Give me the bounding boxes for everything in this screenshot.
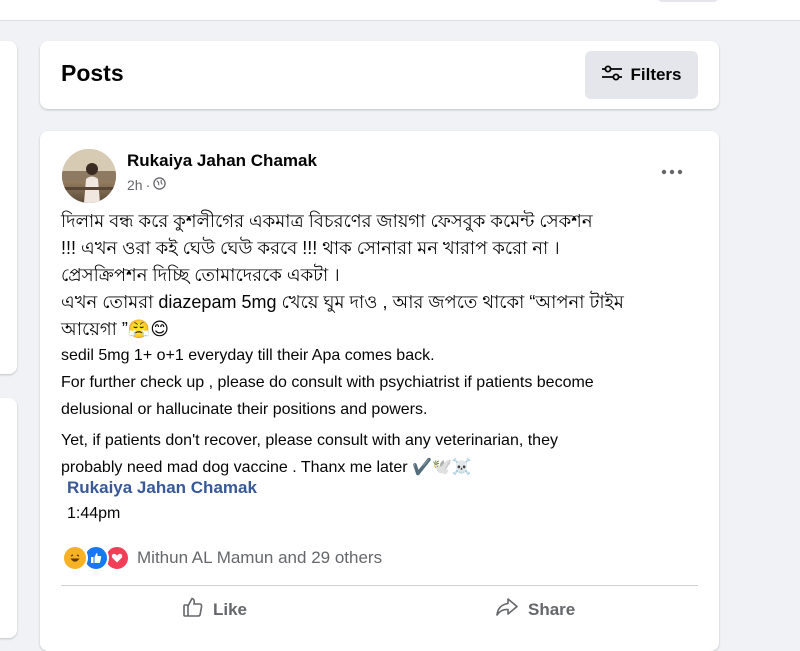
haha-icon [62,545,88,571]
reactions-summary[interactable]: Mithun AL Mamun and 29 others [62,541,382,575]
post-meta: 2h · [127,177,166,193]
emoji: ✔️🕊️☠️ [412,459,472,476]
left-column-card [0,41,17,374]
reaction-count: Mithun AL Mamun and 29 others [137,548,383,567]
post-line: For further check up , please do consult… [61,374,594,391]
post-line: delusional or hallucinate their position… [61,401,428,418]
post-time[interactable]: 2h [127,177,143,193]
like-label: Like [213,599,248,619]
more-icon [661,162,683,180]
post-line: Yet, if patients don't recover, please c… [61,432,558,449]
page-title: Posts [61,60,124,86]
avatar[interactable] [62,149,116,203]
post-line: প্রেসক্রিপশন দিচ্ছি তোমাদেরকে একটা । [61,265,340,285]
filters-button[interactable]: Filters [585,51,698,99]
top-bar-button[interactable] [658,0,718,2]
post-author-name[interactable]: Rukaiya Jahan Chamak [127,151,317,171]
posts-header-card: Posts Filters [40,41,719,109]
post-text-bangla: দিলাম বন্ধ করে কুশলীগের একমাত্র বিচরণের … [61,208,701,343]
tagged-user-link[interactable]: Rukaiya Jahan Chamak [67,478,257,498]
post-line: !!! এখন ওরা কই ঘেউ ঘেউ করবে !!! থাক সোনা… [61,238,560,258]
post-text-english: sedil 5mg 1+ o+1 everyday till their Apa… [61,342,711,423]
post-line: দিলাম বন্ধ করে কুশলীগের একমাত্র বিচরণের … [61,211,593,231]
post-text-english-2: Yet, if patients don't recover, please c… [61,427,711,481]
post-line: এখন তোমরা diazepam 5mg খেয়ে ঘুম দাও , আ… [61,292,624,312]
post-text-time: 1:44pm [67,505,121,522]
post-line: probably need mad dog vaccine . Thanx me… [61,459,472,476]
sliders-icon [601,65,623,86]
left-column-card [0,398,17,638]
divider [61,585,698,586]
more-options-button[interactable] [654,159,690,183]
emoji: 😤😊 [127,319,170,339]
share-label: Share [528,599,576,619]
post-card: Rukaiya Jahan Chamak 2h · দিলাম বন্ধ করে… [40,131,719,651]
filters-label: Filters [630,65,682,84]
post-line: sedil 5mg 1+ o+1 everyday till their Apa… [61,347,435,364]
globe-icon [153,177,166,193]
post-line: আয়েগা ”😤😊 [61,319,170,339]
top-bar [0,0,800,21]
